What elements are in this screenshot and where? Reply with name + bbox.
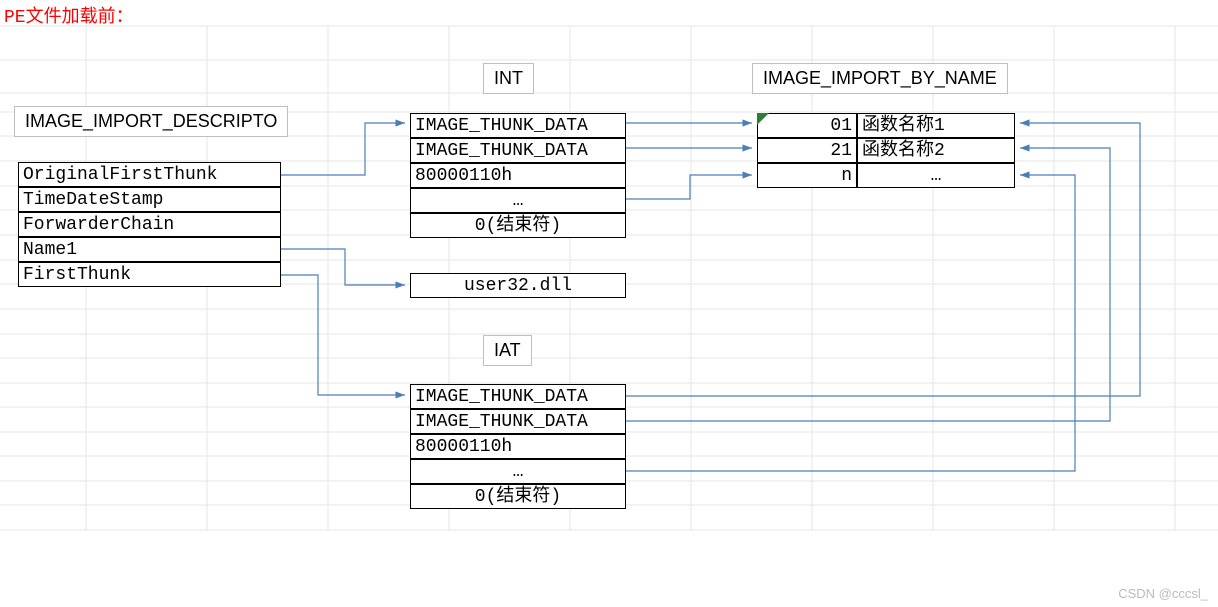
descriptor-row-name1: Name1 <box>18 237 281 262</box>
descriptor-row-forwarderchain: ForwarderChain <box>18 212 281 237</box>
int-row-4: 0(结束符) <box>410 213 626 238</box>
arrow-name1-to-dll <box>281 249 405 285</box>
arrow-oft-to-int <box>281 123 405 175</box>
ibn-idx-2: n <box>757 163 857 188</box>
arrows-layer <box>0 0 1218 607</box>
iat-row-4: 0(结束符) <box>410 484 626 509</box>
iat-row-0: IMAGE_THUNK_DATA <box>410 384 626 409</box>
arrow-intdot-to-ibn2 <box>626 175 752 199</box>
watermark-text: CSDN @cccsl_ <box>1118 586 1208 601</box>
diagram-stage: PE文件加载前： IMAGE_IMPORT_DESCRIPTO Original… <box>0 0 1218 607</box>
arrow-iat1-to-ibn1 <box>626 148 1110 421</box>
diagram-title: PE文件加载前： <box>4 2 134 28</box>
ibn-name-0: 函数名称1 <box>857 113 1015 138</box>
iat-label: IAT <box>483 335 532 366</box>
arrow-iatdot-to-ibn2 <box>626 175 1075 471</box>
descriptor-row-firstthunk: FirstThunk <box>18 262 281 287</box>
int-row-1: IMAGE_THUNK_DATA <box>410 138 626 163</box>
ibn-idx-1: 21 <box>757 138 857 163</box>
arrow-firstthunk-to-iat <box>281 275 405 395</box>
int-row-0: IMAGE_THUNK_DATA <box>410 113 626 138</box>
ibn-name-1: 函数名称2 <box>857 138 1015 163</box>
iat-row-3: … <box>410 459 626 484</box>
dll-name-cell: user32.dll <box>410 273 626 298</box>
descriptor-row-timedatestamp: TimeDateStamp <box>18 187 281 212</box>
import-by-name-label: IMAGE_IMPORT_BY_NAME <box>752 63 1008 94</box>
descriptor-label: IMAGE_IMPORT_DESCRIPTO <box>14 106 288 137</box>
int-row-3: … <box>410 188 626 213</box>
int-row-2: 80000110h <box>410 163 626 188</box>
iat-row-2: 80000110h <box>410 434 626 459</box>
grid-lines <box>0 0 1218 607</box>
ibn-idx-0: 01 <box>757 113 857 138</box>
descriptor-row-originalfirstthunk: OriginalFirstThunk <box>18 162 281 187</box>
iat-row-1: IMAGE_THUNK_DATA <box>410 409 626 434</box>
int-label: INT <box>483 63 534 94</box>
cell-flag-icon <box>0 0 1218 607</box>
ibn-name-2: … <box>857 163 1015 188</box>
